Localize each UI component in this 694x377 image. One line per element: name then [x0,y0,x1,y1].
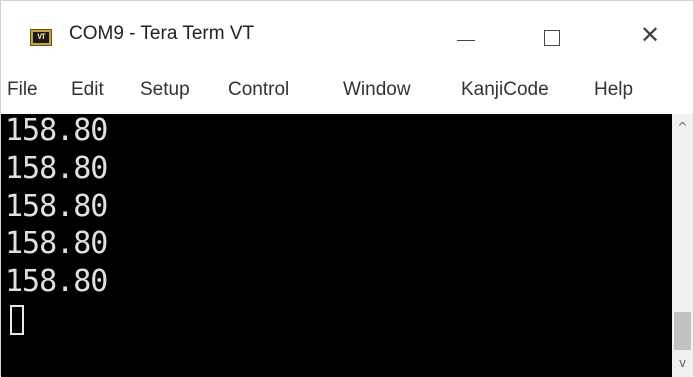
minimize-icon [457,40,475,41]
menu-help[interactable]: Help [594,79,633,101]
scroll-down-arrow-icon[interactable]: v [672,352,693,374]
terminal-line: 158.80 [5,151,108,186]
terminal-screen[interactable]: 158.80 158.80 158.80 158.80 158.80 [1,114,672,377]
terminal-line: 158.80 [5,189,108,224]
maximize-button[interactable] [524,5,582,63]
menu-kanjicode[interactable]: KanjiCode [461,79,549,101]
vertical-scrollbar[interactable]: ^ v [672,114,693,377]
maximize-icon [544,30,560,46]
terminal-line: 158.80 [5,114,108,148]
close-button[interactable]: ✕ [621,5,679,63]
title-bar[interactable]: VT COM9 - Tera Term VT ✕ [1,1,693,65]
scrollbar-thumb[interactable] [674,312,691,350]
menu-edit[interactable]: Edit [71,79,104,101]
menu-window[interactable]: Window [343,79,411,101]
terminal-line: 158.80 [5,226,108,261]
window-title: COM9 - Tera Term VT [69,23,255,44]
close-icon: ✕ [640,21,661,49]
app-icon-label: VT [33,32,49,43]
menu-file[interactable]: File [7,79,38,101]
menu-bar: File Edit Setup Control Window KanjiCode… [1,71,693,111]
scroll-up-arrow-icon[interactable]: ^ [672,116,693,138]
tera-term-window: VT COM9 - Tera Term VT ✕ File Edit Setup… [0,0,694,377]
tera-term-icon[interactable]: VT [30,29,52,46]
terminal-cursor [10,305,24,335]
minimize-button[interactable] [439,5,497,63]
terminal-line: 158.80 [5,264,108,299]
menu-control[interactable]: Control [228,79,289,101]
menu-setup[interactable]: Setup [140,79,190,101]
